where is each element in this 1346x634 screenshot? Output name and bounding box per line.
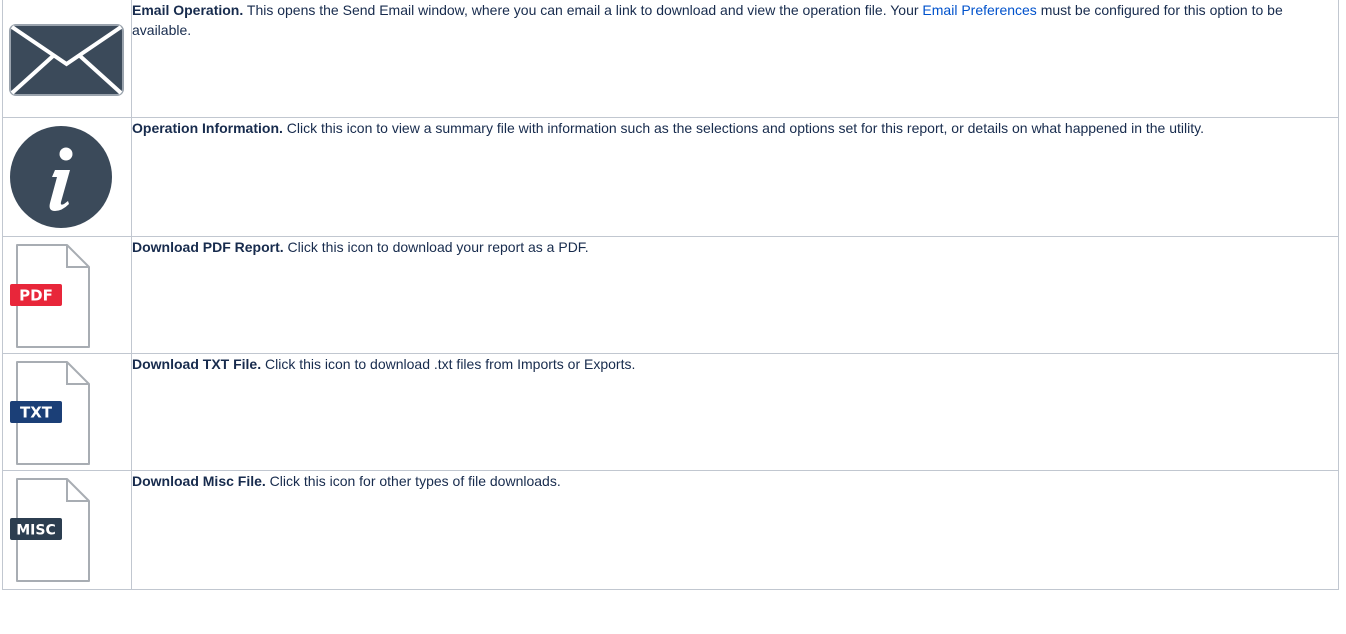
description-cell: Download PDF Report. Click this icon to … bbox=[131, 236, 1339, 354]
description-cell: Download TXT File. Click this icon to do… bbox=[131, 353, 1339, 471]
row-title: Download PDF Report. bbox=[132, 239, 284, 255]
description-cell: Download Misc File. Click this icon for … bbox=[131, 470, 1339, 590]
icon-cell bbox=[2, 117, 132, 237]
misc-file-icon: MISC bbox=[10, 478, 90, 582]
table-row-operation-information: Operation Information. Click this icon t… bbox=[2, 117, 1339, 237]
row-title: Operation Information. bbox=[132, 120, 283, 136]
row-title: Download TXT File. bbox=[132, 356, 262, 372]
table-row-download-pdf: PDF Download PDF Report. Click this icon… bbox=[2, 236, 1339, 354]
row-text: Click this icon to download your report … bbox=[283, 239, 589, 255]
envelope-icon bbox=[9, 24, 124, 96]
table-row-email-operation: Email Operation. This opens the Send Ema… bbox=[2, 0, 1339, 118]
row-text: Click this icon for other types of file … bbox=[265, 473, 561, 489]
row-title: Email Operation. bbox=[132, 2, 244, 18]
table-row-download-txt: TXT Download TXT File. Click this icon t… bbox=[2, 353, 1339, 471]
icon-cell: MISC bbox=[2, 470, 132, 590]
row-text: This opens the Send Email window, where … bbox=[243, 2, 923, 18]
pdf-file-icon: PDF bbox=[10, 244, 90, 348]
operations-table: Email Operation. This opens the Send Ema… bbox=[2, 0, 1339, 590]
email-preferences-link[interactable]: Email Preferences bbox=[922, 2, 1036, 18]
icon-cell bbox=[2, 0, 132, 118]
icon-cell: TXT bbox=[2, 353, 132, 471]
misc-badge-label: MISC bbox=[16, 523, 56, 539]
pdf-badge-label: PDF bbox=[19, 287, 53, 305]
row-text: Click this icon to view a summary file w… bbox=[282, 120, 1204, 136]
description-cell: Operation Information. Click this icon t… bbox=[131, 117, 1339, 237]
row-text: Click this icon to download .txt files f… bbox=[261, 356, 636, 372]
icon-cell: PDF bbox=[2, 236, 132, 354]
info-icon bbox=[10, 126, 112, 228]
description-cell: Email Operation. This opens the Send Ema… bbox=[131, 0, 1339, 118]
table-row-download-misc: MISC Download Misc File. Click this icon… bbox=[2, 470, 1339, 590]
row-title: Download Misc File. bbox=[132, 473, 266, 489]
txt-file-icon: TXT bbox=[10, 361, 90, 465]
txt-badge-label: TXT bbox=[20, 404, 53, 422]
